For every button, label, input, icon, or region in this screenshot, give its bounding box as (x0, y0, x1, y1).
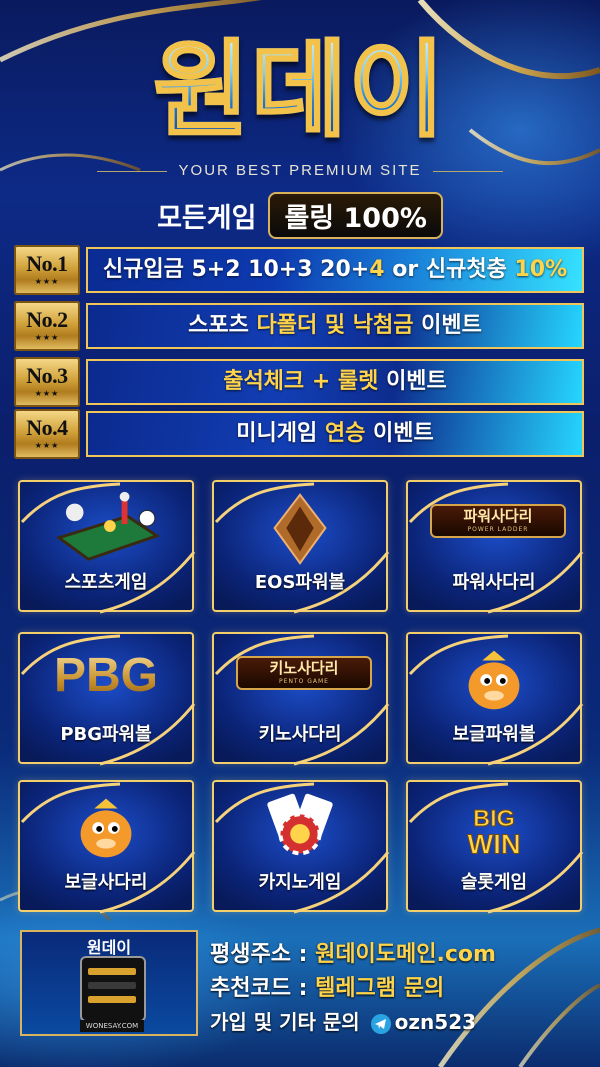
event-text: 스포츠 다폴더 및 낙첨금 이벤트 (88, 305, 582, 347)
game-label: EOS파워볼 (254, 572, 346, 593)
event-banner[interactable]: 신규입금 5+2 10+3 20+4 or 신규첫충 10% (86, 247, 584, 293)
event-row: No.3 ★★★ 출석체크 + 룰렛 이벤트 (14, 357, 584, 407)
game-label: PBG파워볼 (60, 724, 152, 745)
game-tile[interactable]: 키노사다리 PENTO GAME 키노사다리 (212, 632, 390, 766)
eos-crystal-icon (273, 493, 327, 565)
event-text-segment: 이벤트 (413, 313, 482, 338)
telegram-icon (370, 1013, 391, 1034)
sign-title: 파워사다리 (463, 507, 533, 525)
big-win-win-text: WIN (467, 828, 520, 859)
referral-label: 추천코드 : (210, 976, 316, 1001)
power-ladder-sign-icon: 파워사다리 POWER LADDER (430, 504, 566, 538)
rank-badge: No.2 ★★★ (14, 301, 80, 351)
referral-value: 텔레그램 문의 (315, 976, 445, 1001)
rank-badge: No.1 ★★★ (14, 245, 80, 295)
event-banner[interactable]: 미니게임 연승 이벤트 (86, 411, 584, 457)
phone-mockup-icon (80, 956, 146, 1022)
big-win-icon: BIGWIN (467, 805, 521, 860)
game-tile[interactable]: 보글파워볼 (406, 632, 584, 766)
tagline: YOUR BEST PREMIUM SITE (0, 162, 600, 179)
contact-line: 가입 및 기타 문의 ozn523 (210, 1006, 476, 1035)
event-highlight: 연승 (324, 421, 366, 446)
thumbnail-title: 원데이 (86, 938, 132, 957)
event-text: 출석체크 + 룰렛 이벤트 (88, 361, 582, 403)
game-label: 파워사다리 (452, 572, 536, 593)
rank-stars-icon: ★★★ (34, 277, 60, 286)
event-banner[interactable]: 스포츠 다폴더 및 낙첨금 이벤트 (86, 303, 584, 349)
game-tile[interactable]: 보글사다리 (18, 780, 196, 914)
tile-swoosh-decoration (408, 482, 584, 614)
event-row: No.1 ★★★ 신규입금 5+2 10+3 20+4 or 신규첫충 10% (14, 245, 584, 295)
event-highlight: 10% (514, 257, 568, 282)
event-highlight: 4 (369, 257, 385, 282)
event-text-segment: 스포츠 (188, 313, 257, 338)
game-tile[interactable]: 카지노게임 (212, 780, 390, 914)
event-text-segment: 이벤트 (365, 421, 434, 446)
sign-subtitle: PENTO GAME (279, 678, 329, 685)
game-tile[interactable]: BIG WIN 슬롯게임 (406, 780, 584, 914)
event-text-segment: 이벤트 (378, 369, 447, 394)
event-text-segment: 미니게임 (236, 421, 325, 446)
pbg-logo-icon: PBG (20, 648, 192, 703)
promo-banner: 원데이 YOUR BEST PREMIUM SITE 모든게임 롤링 100% N… (0, 0, 600, 1067)
tile-swoosh-decoration (214, 634, 390, 766)
rank-stars-icon: ★★★ (34, 333, 60, 342)
event-text: 신규입금 5+2 10+3 20+4 or 신규첫충 10% (88, 249, 582, 291)
telegram-handle[interactable]: ozn523 (395, 1010, 476, 1034)
rank-number: No.1 (26, 251, 68, 276)
promo-badge: 롤링 100% (268, 192, 443, 239)
tagline-text: YOUR BEST PREMIUM SITE (178, 162, 422, 179)
event-banner[interactable]: 출석체크 + 룰렛 이벤트 (86, 359, 584, 405)
event-highlight: 다폴더 및 낙첨금 (256, 313, 414, 338)
casino-chips-icon (267, 793, 333, 856)
rolling-promo: 모든게임 롤링 100% (0, 192, 600, 239)
sign-title: 키노사다리 (269, 659, 339, 677)
game-label: 스포츠게임 (64, 572, 148, 593)
game-tile[interactable]: 파워사다리 POWER LADDER 파워사다리 (406, 480, 584, 614)
game-tile[interactable]: PBG PBG파워볼 (18, 632, 196, 766)
address-label: 평생주소 : (210, 942, 316, 967)
game-label: 보글파워볼 (452, 724, 536, 745)
rank-number: No.2 (26, 307, 68, 332)
rank-stars-icon: ★★★ (34, 441, 60, 450)
big-win-big-text: BIG (473, 805, 515, 831)
promo-label: 모든게임 (157, 203, 257, 234)
sign-subtitle: POWER LADDER (467, 526, 529, 533)
sports-table-icon (55, 491, 161, 561)
event-text: 미니게임 연승 이벤트 (88, 413, 582, 455)
site-logo: 원데이 (0, 28, 600, 153)
referral-code-line: 추천코드 : 텔레그램 문의 (210, 970, 444, 1002)
site-preview-thumbnail[interactable]: 원데이 WONESAY.COM (20, 930, 198, 1036)
event-highlight: 출석체크 + 룰렛 (223, 369, 379, 394)
event-text-segment: 신규입금 5+2 10+3 20+ (102, 257, 370, 282)
bubble-dragon-icon (468, 650, 520, 710)
game-label: 보글사다리 (64, 872, 148, 893)
rank-badge: No.3 ★★★ (14, 357, 80, 407)
keno-ladder-sign-icon: 키노사다리 PENTO GAME (236, 656, 372, 690)
rank-number: No.3 (26, 363, 68, 388)
game-label: 슬롯게임 (460, 872, 528, 893)
bubble-dragon-icon (80, 798, 132, 858)
thumbnail-url: WONESAY.COM (80, 1020, 144, 1032)
game-label: 키노사다리 (258, 724, 342, 745)
address-link[interactable]: 원데이도메인.com (315, 942, 496, 967)
rank-badge: No.4 ★★★ (14, 409, 80, 459)
rank-number: No.4 (26, 415, 68, 440)
game-tile[interactable]: 스포츠게임 (18, 480, 196, 614)
rank-stars-icon: ★★★ (34, 389, 60, 398)
contact-label: 가입 및 기타 문의 (210, 1010, 367, 1034)
game-label: 카지노게임 (258, 872, 342, 893)
permanent-address-line: 평생주소 : 원데이도메인.com (210, 936, 496, 968)
event-text-segment: or 신규첫충 (384, 257, 515, 282)
event-row: No.4 ★★★ 미니게임 연승 이벤트 (14, 409, 584, 459)
game-tile[interactable]: EOS파워볼 (212, 480, 390, 614)
event-row: No.2 ★★★ 스포츠 다폴더 및 낙첨금 이벤트 (14, 301, 584, 351)
